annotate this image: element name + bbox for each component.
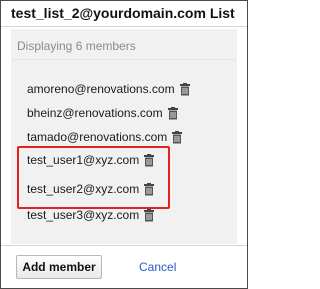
trash-icon[interactable] xyxy=(172,130,183,144)
trash-icon[interactable] xyxy=(144,208,155,222)
highlight-box xyxy=(17,146,170,209)
footer-divider xyxy=(1,245,247,246)
member-row: tamado@renovations.com xyxy=(27,128,183,146)
member-email: bheinz@renovations.com xyxy=(27,106,163,120)
add-member-button[interactable]: Add member xyxy=(16,255,102,279)
member-email: test_user3@xyz.com xyxy=(27,208,140,222)
member-count-text: Displaying 6 members xyxy=(17,39,136,53)
members-dialog: test_list_2@yourdomain.com List Displayi… xyxy=(0,0,248,289)
dialog-title: test_list_2@yourdomain.com List xyxy=(11,5,235,21)
member-row: amoreno@renovations.com xyxy=(27,80,190,98)
list-divider xyxy=(11,59,237,60)
trash-icon[interactable] xyxy=(167,106,178,120)
title-divider xyxy=(1,26,247,27)
member-row: bheinz@renovations.com xyxy=(27,104,178,122)
member-email: amoreno@renovations.com xyxy=(27,82,175,96)
cancel-link[interactable]: Cancel xyxy=(139,260,176,274)
trash-icon[interactable] xyxy=(179,82,190,96)
member-email: tamado@renovations.com xyxy=(27,130,168,144)
